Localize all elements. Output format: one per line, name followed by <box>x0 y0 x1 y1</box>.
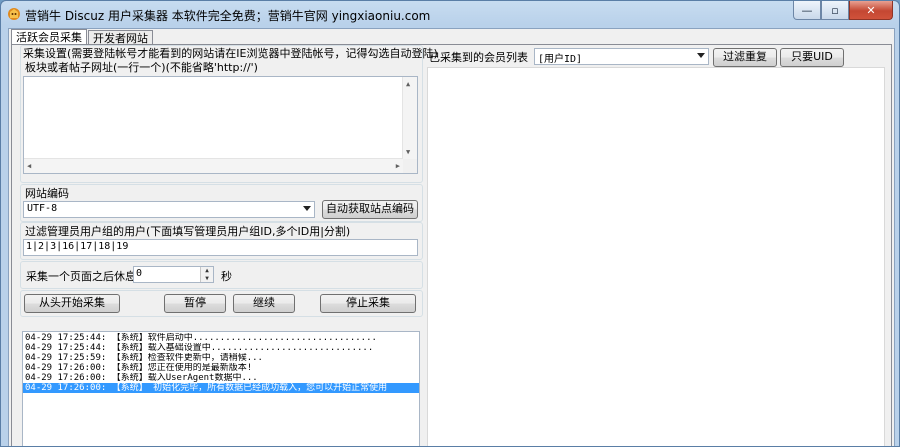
url-horizontal-scrollbar[interactable]: ◀ ▶ <box>24 158 403 173</box>
filter-input[interactable]: 1|2|3|16|17|18|19 <box>23 239 418 256</box>
log-line[interactable]: 04-29 17:25:44: 【系统】软件启动中...............… <box>23 333 419 343</box>
title-bar[interactable]: 营销牛 Discuz 用户采集器 本软件完全免费；营销牛官网 yingxiaon… <box>1 1 899 27</box>
stop-collect-button[interactable]: 停止采集 <box>320 294 416 313</box>
filter-group: 过滤管理员用户组的用户(下面填写管理员用户组ID,多个ID用|分割) 1|2|3… <box>20 222 423 260</box>
scroll-corner <box>403 159 417 173</box>
encoding-group: 网站编码 UTF-8 自动获取站点编码 <box>20 184 423 222</box>
spinner-down-icon[interactable]: ▼ <box>201 275 213 283</box>
log-listbox[interactable]: 04-29 17:25:44: 【系统】软件启动中...............… <box>22 331 420 446</box>
rest-seconds-input[interactable]: 0 ▲ ▼ <box>133 266 214 283</box>
url-textarea[interactable]: ▲ ▼ ◀ ▶ <box>23 76 418 174</box>
window-title: 营销牛 Discuz 用户采集器 本软件完全免费；营销牛官网 yingxiaon… <box>25 9 431 23</box>
column-select-value: [用户ID] <box>538 54 583 65</box>
column-select[interactable]: [用户ID] <box>534 48 709 65</box>
continue-button[interactable]: 继续 <box>233 294 295 313</box>
scroll-left-icon[interactable]: ◀ <box>27 162 31 170</box>
log-list: 04-29 17:25:44: 【系统】软件启动中...............… <box>23 333 419 393</box>
tab-page-collect: 采集设置(需要登陆帐号才能看到的网站请在IE浏览器中登陆帐号，记得勾选自动登陆)… <box>11 44 892 446</box>
url-vertical-scrollbar[interactable]: ▲ ▼ <box>402 77 417 159</box>
close-button[interactable]: ✕ <box>849 1 893 20</box>
restore-icon: ▫ <box>831 3 839 17</box>
start-collect-button[interactable]: 从头开始采集 <box>24 294 120 313</box>
app-window: 营销牛 Discuz 用户采集器 本软件完全免费；营销牛官网 yingxiaon… <box>0 0 900 447</box>
rest-seconds-value: 0 <box>136 268 143 279</box>
log-line[interactable]: 04-29 17:25:44: 【系统】载入基础设置中.............… <box>23 343 419 353</box>
caption-buttons: — ▫ ✕ <box>793 1 893 20</box>
log-line[interactable]: 04-29 17:26:00: 【系统】 初始化完毕，所有数据已经成功载入，您可… <box>23 383 419 393</box>
log-line[interactable]: 04-29 17:26:00: 【系统】载入UserAgent数据中... <box>23 373 419 383</box>
uid-only-button[interactable]: 只要UID <box>780 48 844 67</box>
chevron-down-icon <box>697 53 705 58</box>
filter-duplicates-button[interactable]: 过滤重复 <box>713 48 777 67</box>
pause-button[interactable]: 暂停 <box>164 294 226 313</box>
filter-label: 过滤管理员用户组的用户(下面填写管理员用户组ID,多个ID用|分割) <box>25 225 351 238</box>
rest-group: 采集一个页面之后休息 0 ▲ ▼ 秒 <box>20 261 423 289</box>
member-list-label: 已采集到的会员列表 <box>429 51 528 64</box>
minimize-button[interactable]: — <box>793 1 821 20</box>
scroll-right-icon[interactable]: ▶ <box>396 162 400 170</box>
maximize-button[interactable]: ▫ <box>821 1 849 20</box>
auto-encoding-button[interactable]: 自动获取站点编码 <box>322 200 418 219</box>
client-area: 活跃会员采集 开发者网站 采集设置(需要登陆帐号才能看到的网站请在IE浏览器中登… <box>8 28 895 446</box>
scroll-down-icon[interactable]: ▼ <box>406 148 410 156</box>
rest-label: 采集一个页面之后休息 <box>26 270 136 283</box>
close-icon: ✕ <box>866 3 876 17</box>
url-label: 板块或者帖子网址(一行一个)(不能省略'http://') <box>25 61 258 74</box>
filter-value: 1|2|3|16|17|18|19 <box>26 241 129 252</box>
actions-group: 从头开始采集 暂停 继续 停止采集 <box>20 290 423 317</box>
encoding-select[interactable]: UTF-8 <box>23 201 315 218</box>
log-line[interactable]: 04-29 17:26:00: 【系统】您正在使用的是最新版本! <box>23 363 419 373</box>
spinner-up-icon[interactable]: ▲ <box>201 267 213 275</box>
chevron-down-icon <box>303 206 311 211</box>
app-logo-icon <box>8 8 20 20</box>
log-line[interactable]: 04-29 17:25:59: 【系统】检查软件更新中，请稍候... <box>23 353 419 363</box>
rest-unit-label: 秒 <box>221 270 232 283</box>
minimize-icon: — <box>801 3 813 17</box>
encoding-value: UTF-8 <box>27 203 58 214</box>
scroll-up-icon[interactable]: ▲ <box>406 80 410 88</box>
encoding-label: 网站编码 <box>25 187 69 200</box>
member-list[interactable] <box>427 67 885 446</box>
settings-group: 采集设置(需要登陆帐号才能看到的网站请在IE浏览器中登陆帐号，记得勾选自动登陆)… <box>20 45 438 183</box>
rest-spinner[interactable]: ▲ ▼ <box>200 267 213 282</box>
